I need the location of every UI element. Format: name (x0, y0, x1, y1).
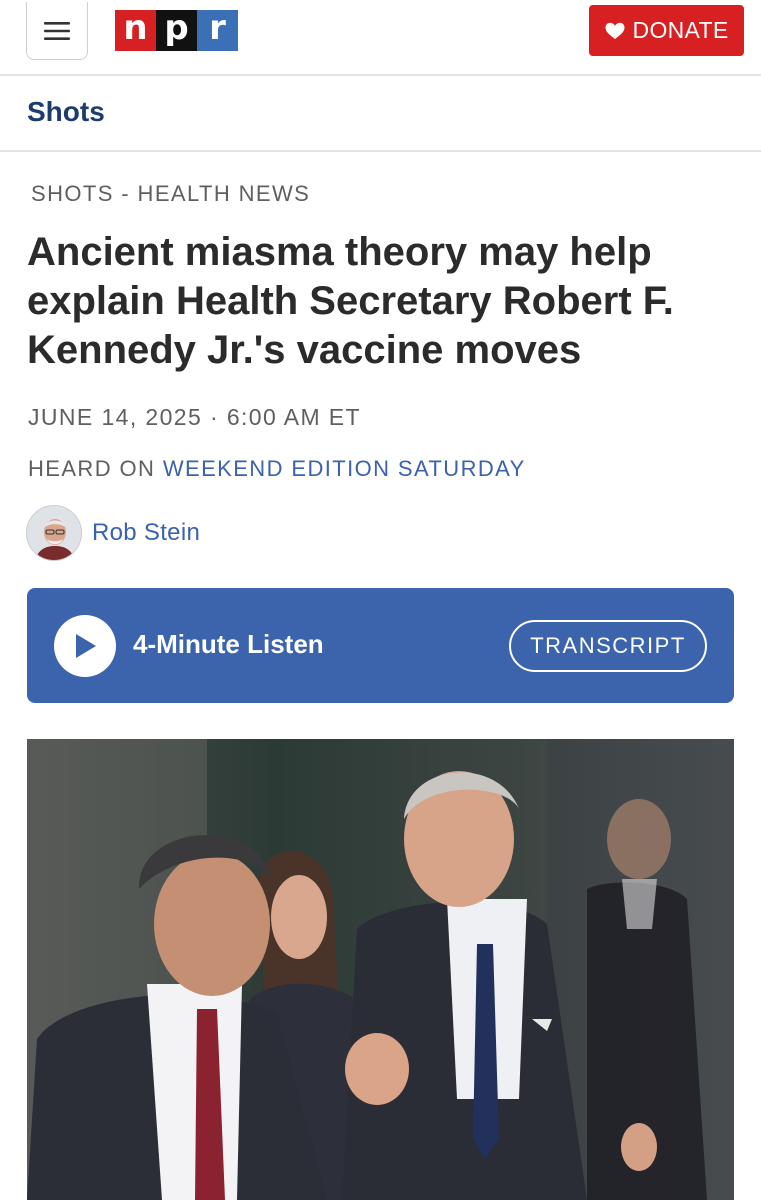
donate-button[interactable]: DONATE (589, 5, 744, 56)
top-navigation-bar: n p r DONATE (0, 0, 761, 76)
heard-on-line: HEARD ON WEEKEND EDITION SATURDAY (28, 456, 526, 482)
section-bar: Shots (0, 76, 761, 152)
author-name-link[interactable]: Rob Stein (92, 519, 200, 547)
donate-label: DONATE (632, 17, 729, 43)
menu-button[interactable] (26, 2, 88, 60)
play-button[interactable] (54, 615, 116, 677)
npr-logo[interactable]: n p r (115, 10, 238, 51)
heard-on-prefix: HEARD ON (28, 456, 156, 481)
article-headline: Ancient miasma theory may help explain H… (27, 230, 674, 372)
listen-duration-label: 4-Minute Listen (133, 629, 324, 659)
article-eyebrow[interactable]: SHOTS - HEALTH NEWS (31, 181, 310, 207)
hamburger-menu-icon (44, 21, 70, 40)
byline: Rob Stein (26, 505, 200, 561)
play-icon (76, 634, 96, 658)
section-title-link[interactable]: Shots (27, 96, 105, 128)
audio-player: 4-Minute Listen TRANSCRIPT (27, 588, 734, 703)
article-dateline: JUNE 14, 2025 · 6:00 AM ET (28, 404, 361, 430)
author-avatar[interactable] (26, 505, 82, 561)
heard-on-show-link[interactable]: WEEKEND EDITION SATURDAY (163, 456, 526, 481)
article-lead-photo (27, 739, 734, 1200)
logo-letter-n: n (115, 10, 156, 51)
heart-icon (605, 22, 625, 39)
logo-letter-r: r (197, 10, 238, 51)
logo-letter-p: p (156, 10, 197, 51)
transcript-button[interactable]: TRANSCRIPT (509, 620, 707, 672)
